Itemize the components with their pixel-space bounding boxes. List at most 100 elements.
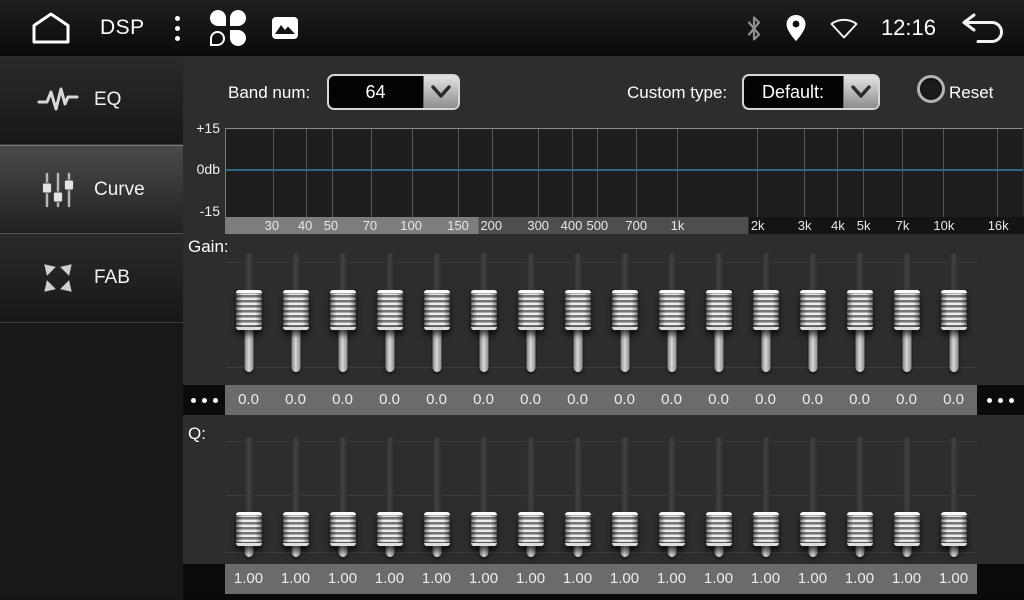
gain-slider[interactable] [272, 253, 319, 372]
gain-slider[interactable] [225, 253, 272, 372]
eq-waveform-icon [36, 82, 80, 118]
q-slider[interactable] [460, 437, 507, 557]
gain-value: 0.0 [507, 385, 554, 415]
frequency-axis[interactable]: 304050701001502003004005007001k2k3k4k5k7… [225, 217, 1024, 234]
home-icon[interactable] [28, 10, 74, 46]
sidebar-item-eq[interactable]: EQ [0, 56, 183, 145]
gridline-vertical [902, 129, 903, 217]
q-slider-knob[interactable] [941, 512, 967, 546]
gain-slider[interactable] [413, 253, 460, 372]
q-slider[interactable] [507, 437, 554, 557]
q-slider[interactable] [554, 437, 601, 557]
q-slider[interactable] [366, 437, 413, 557]
q-value: 1.00 [930, 564, 977, 594]
gain-slider-knob[interactable] [471, 290, 497, 330]
q-slider-knob[interactable] [565, 512, 591, 546]
gain-slider-knob[interactable] [753, 290, 779, 330]
q-slider[interactable] [413, 437, 460, 557]
gain-value: 0.0 [272, 385, 319, 415]
gain-slider-knob[interactable] [706, 290, 732, 330]
gain-slider[interactable] [883, 253, 930, 372]
q-slider[interactable] [648, 437, 695, 557]
gain-slider[interactable] [601, 253, 648, 372]
q-slider[interactable] [225, 437, 272, 557]
q-slider[interactable] [836, 437, 883, 557]
q-slider-knob[interactable] [236, 512, 262, 546]
page-title: DSP [100, 16, 145, 40]
app-launcher-icon[interactable] [210, 10, 246, 46]
eq-curve-plot[interactable] [225, 128, 1023, 217]
q-slider[interactable] [695, 437, 742, 557]
gallery-icon[interactable] [272, 17, 298, 39]
bluetooth-icon [745, 15, 763, 42]
gain-slider-knob[interactable] [612, 290, 638, 330]
q-slider-knob[interactable] [706, 512, 732, 546]
q-value: 1.00 [789, 564, 836, 594]
freq-tick-label: 2k [751, 217, 765, 234]
q-slider-knob[interactable] [424, 512, 450, 546]
gain-slider[interactable] [460, 253, 507, 372]
q-slider-knob[interactable] [471, 512, 497, 546]
gain-slider-knob[interactable] [424, 290, 450, 330]
q-slider-knob[interactable] [800, 512, 826, 546]
q-slider[interactable] [883, 437, 930, 557]
sidebar-item-curve[interactable]: Curve [0, 145, 183, 234]
gain-slider[interactable] [319, 253, 366, 372]
gain-slider[interactable] [836, 253, 883, 372]
gain-slider-knob[interactable] [330, 290, 356, 330]
gain-value: 0.0 [460, 385, 507, 415]
gain-slider[interactable] [695, 253, 742, 372]
reset-radio[interactable] [917, 75, 945, 103]
gain-slider[interactable] [507, 253, 554, 372]
freq-tick-label: 500 [586, 217, 608, 234]
q-slider-knob[interactable] [377, 512, 403, 546]
q-label: Q: [188, 424, 206, 444]
chevron-down-icon[interactable] [423, 76, 458, 108]
kebab-menu-icon[interactable] [171, 12, 184, 45]
q-slider-knob[interactable] [894, 512, 920, 546]
q-slider[interactable] [601, 437, 648, 557]
gain-slider-knob[interactable] [659, 290, 685, 330]
freq-tick-label: 4k [831, 217, 845, 234]
gain-value: 0.0 [413, 385, 460, 415]
gain-slider-knob[interactable] [377, 290, 403, 330]
q-slider-knob[interactable] [283, 512, 309, 546]
q-slider-knob[interactable] [847, 512, 873, 546]
sidebar-item-fab[interactable]: FAB [0, 234, 183, 323]
gain-slider-knob[interactable] [236, 290, 262, 330]
q-slider-knob[interactable] [659, 512, 685, 546]
chevron-down-icon[interactable] [843, 76, 878, 108]
q-slider[interactable] [319, 437, 366, 557]
q-value: 1.00 [507, 564, 554, 594]
gain-slider-knob[interactable] [518, 290, 544, 330]
q-slider[interactable] [930, 437, 977, 557]
band-num-select[interactable]: 64 [327, 74, 460, 110]
back-icon[interactable] [958, 12, 1010, 44]
gain-slider-knob[interactable] [941, 290, 967, 330]
gain-slider[interactable] [789, 253, 836, 372]
q-value: 1.00 [225, 564, 272, 594]
gain-slider-knob[interactable] [283, 290, 309, 330]
q-value: 1.00 [319, 564, 366, 594]
gain-slider[interactable] [648, 253, 695, 372]
q-slider[interactable] [272, 437, 319, 557]
gain-value: 0.0 [601, 385, 648, 415]
q-slider-knob[interactable] [330, 512, 356, 546]
q-slider-knob[interactable] [612, 512, 638, 546]
more-bands-right-button[interactable] [977, 385, 1024, 415]
gain-slider[interactable] [930, 253, 977, 372]
q-slider-knob[interactable] [753, 512, 779, 546]
q-slider[interactable] [742, 437, 789, 557]
gain-slider-knob[interactable] [894, 290, 920, 330]
gain-slider-knob[interactable] [800, 290, 826, 330]
gain-slider[interactable] [742, 253, 789, 372]
gain-slider[interactable] [366, 253, 413, 372]
q-slider[interactable] [789, 437, 836, 557]
gain-slider-knob[interactable] [565, 290, 591, 330]
gain-slider[interactable] [554, 253, 601, 372]
q-value: 1.00 [272, 564, 319, 594]
more-bands-left-button[interactable] [183, 385, 225, 415]
q-slider-knob[interactable] [518, 512, 544, 546]
gain-slider-knob[interactable] [847, 290, 873, 330]
custom-type-select[interactable]: Default: [742, 74, 880, 110]
